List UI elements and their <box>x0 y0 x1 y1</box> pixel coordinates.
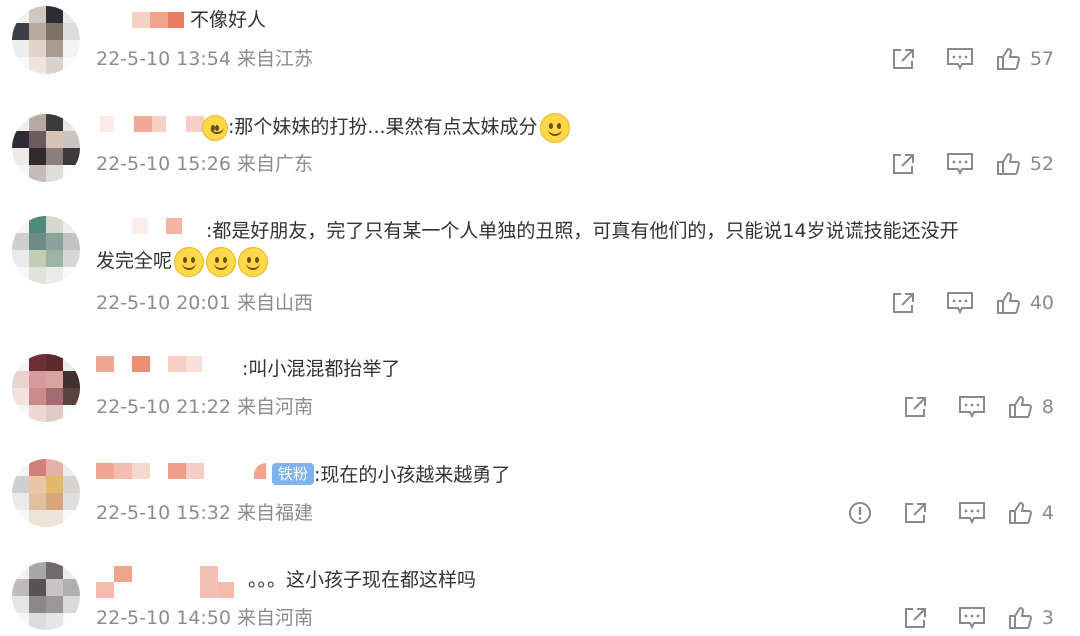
like-button[interactable]: 40 <box>988 291 1054 315</box>
comment-text: 铁粉:现在的小孩越来越勇了 <box>272 460 1040 490</box>
username-redacted[interactable] <box>96 12 196 36</box>
username-redacted[interactable] <box>96 463 276 487</box>
report-button[interactable] <box>832 498 888 528</box>
comment-button[interactable] <box>944 392 1000 422</box>
avatar[interactable] <box>12 354 80 422</box>
thumbs-up-icon <box>1008 502 1032 524</box>
comment-text: 。。。这小孩子现在都这样吗 <box>248 569 477 591</box>
comment-icon <box>958 502 985 525</box>
comment-body: :那个妹妹的打扮...果然有点太妹成分 <box>228 116 538 138</box>
comment-icon <box>946 153 973 176</box>
share-icon <box>904 503 926 523</box>
comment-location: 来自河南 <box>237 396 314 418</box>
thumbs-up-icon <box>996 48 1020 70</box>
thumbs-up-icon <box>996 153 1020 175</box>
share-button[interactable] <box>876 44 932 74</box>
comment-icon <box>958 607 985 630</box>
comment-actions: 40 <box>876 288 1054 318</box>
comment-text: :那个妹妹的打扮...果然有点太妹成分 <box>200 112 1040 143</box>
comment-actions: 57 <box>876 44 1054 74</box>
like-button[interactable]: 3 <box>1000 606 1054 630</box>
smile-emoji-icon <box>174 246 205 277</box>
share-button[interactable] <box>888 603 944 633</box>
comment-text: :叫小混混都抬举了 <box>242 358 401 380</box>
avatar[interactable] <box>12 6 80 74</box>
bow-emoji-icon <box>202 114 228 141</box>
comment-time: 22-5-10 15:26 <box>96 153 231 175</box>
comment-location: 来自福建 <box>237 502 314 524</box>
glasses-emoji-icon <box>539 112 570 143</box>
comment-location: 来自广东 <box>237 153 314 175</box>
share-button[interactable] <box>876 288 932 318</box>
share-icon <box>892 293 914 313</box>
thumbs-up-icon <box>1008 607 1032 629</box>
like-button[interactable]: 8 <box>1000 395 1054 419</box>
comment-button[interactable] <box>932 44 988 74</box>
comment-body: :现在的小孩越来越勇了 <box>314 464 511 486</box>
comment-button[interactable] <box>944 498 1000 528</box>
comment-button[interactable] <box>944 603 1000 633</box>
like-count: 40 <box>1029 292 1054 314</box>
smile-emoji-icon <box>206 246 237 277</box>
comment-time: 22-5-10 13:54 <box>96 48 231 70</box>
like-button[interactable]: 52 <box>988 152 1054 176</box>
thumbs-up-icon <box>996 292 1020 314</box>
comment-location: 来自江苏 <box>237 48 314 70</box>
comment-actions: 3 <box>888 603 1054 633</box>
avatar[interactable] <box>12 216 80 284</box>
comment-text: 不像好人 <box>190 9 267 31</box>
share-button[interactable] <box>888 498 944 528</box>
smile-emoji-icon <box>238 246 269 277</box>
comment-time: 22-5-10 21:22 <box>96 396 231 418</box>
comment-actions: 8 <box>888 392 1054 422</box>
comment-button[interactable] <box>932 288 988 318</box>
username-redacted[interactable] <box>96 566 256 598</box>
comment-meta: 22-5-10 20:01 来自山西 <box>96 290 313 316</box>
report-icon <box>848 502 871 524</box>
share-icon <box>892 154 914 174</box>
comment-body-2: 发完全呢 <box>96 250 173 272</box>
like-count: 57 <box>1029 48 1054 70</box>
comment-time: 22-5-10 20:01 <box>96 292 231 314</box>
comment-location: 来自山西 <box>237 292 314 314</box>
comment-time: 22-5-10 14:50 <box>96 607 231 629</box>
share-button[interactable] <box>876 149 932 179</box>
avatar[interactable] <box>12 114 80 182</box>
comment-meta: 22-5-10 14:50 来自河南 <box>96 605 313 631</box>
share-icon <box>904 608 926 628</box>
like-count: 52 <box>1029 153 1054 175</box>
comment-icon <box>958 396 985 419</box>
comment-button[interactable] <box>932 149 988 179</box>
comment-meta: 22-5-10 21:22 来自河南 <box>96 394 313 420</box>
username-redacted[interactable] <box>96 356 216 380</box>
comment-meta: 22-5-10 15:32 来自福建 <box>96 500 313 526</box>
share-icon <box>892 49 914 69</box>
like-count: 8 <box>1041 396 1054 418</box>
thumbs-up-icon <box>1008 396 1032 418</box>
like-button[interactable]: 4 <box>1000 501 1054 525</box>
share-icon <box>904 397 926 417</box>
avatar[interactable] <box>12 459 80 527</box>
like-count: 3 <box>1041 607 1054 629</box>
comment-icon <box>946 48 973 71</box>
comment-body: :都是好朋友，完了只有某一个人单独的丑照，可真有他们的，只能说14岁说谎技能还没… <box>206 220 959 242</box>
avatar[interactable] <box>12 562 80 630</box>
comment-location: 来自河南 <box>237 607 314 629</box>
comment-meta: 22-5-10 13:54 来自江苏 <box>96 46 313 72</box>
comment-meta: 22-5-10 15:26 来自广东 <box>96 151 313 177</box>
comment-actions: 52 <box>876 149 1054 179</box>
comment-text: :都是好朋友，完了只有某一个人单独的丑照，可真有他们的，只能说14岁说谎技能还没… <box>96 216 1040 277</box>
comment-icon <box>946 292 973 315</box>
like-button[interactable]: 57 <box>988 47 1054 71</box>
fan-badge: 铁粉 <box>272 463 315 485</box>
share-button[interactable] <box>888 392 944 422</box>
comment-time: 22-5-10 15:32 <box>96 502 231 524</box>
comment-actions: 4 <box>832 498 1054 528</box>
like-count: 4 <box>1041 502 1054 524</box>
